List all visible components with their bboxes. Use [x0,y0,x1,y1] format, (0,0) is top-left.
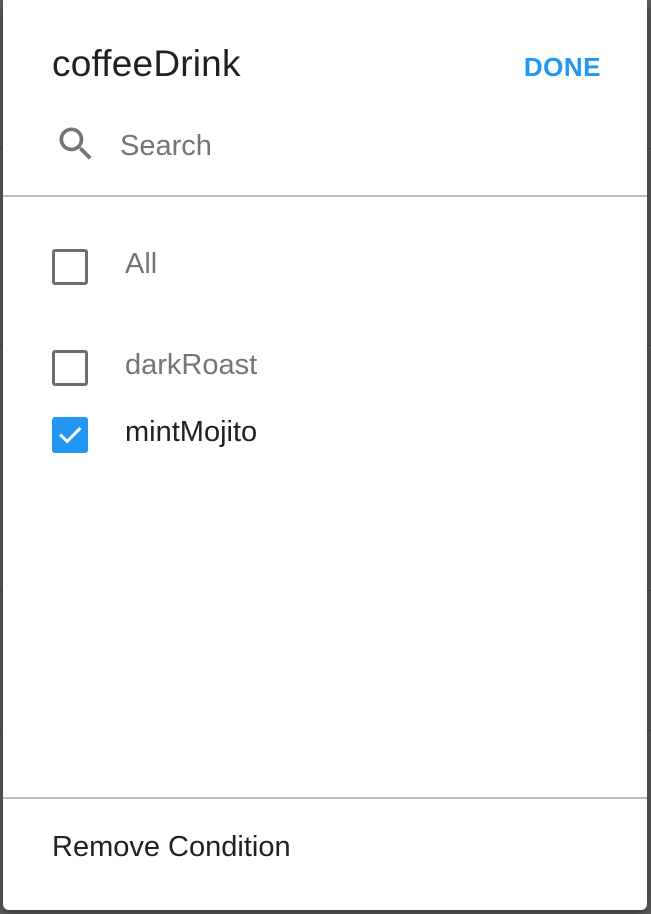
search-icon [54,122,98,166]
option-mint-mojito[interactable]: mintMojito [52,416,612,457]
header-divider [3,195,647,197]
search-row [52,122,612,174]
search-input[interactable] [120,126,600,166]
option-dark-roast[interactable]: darkRoast [52,349,612,390]
option-mint-mojito-label: mintMojito [125,416,258,448]
option-mint-mojito-checkbox[interactable] [52,417,88,453]
option-all-label: All [125,248,158,280]
option-dark-roast-label: darkRoast [125,349,258,381]
done-button[interactable]: DONE [524,52,601,83]
option-all-checkbox[interactable] [52,249,88,285]
filter-dialog: coffeeDrink DONE All darkRoast mintMojit… [3,0,647,910]
dialog-header: coffeeDrink DONE [3,0,647,196]
remove-condition-button[interactable]: Remove Condition [52,831,291,864]
option-all[interactable]: All [52,248,612,289]
dialog-title: coffeeDrink [52,43,241,84]
footer-divider [3,797,647,799]
option-dark-roast-checkbox[interactable] [52,350,88,386]
checkmark-icon [59,427,82,444]
